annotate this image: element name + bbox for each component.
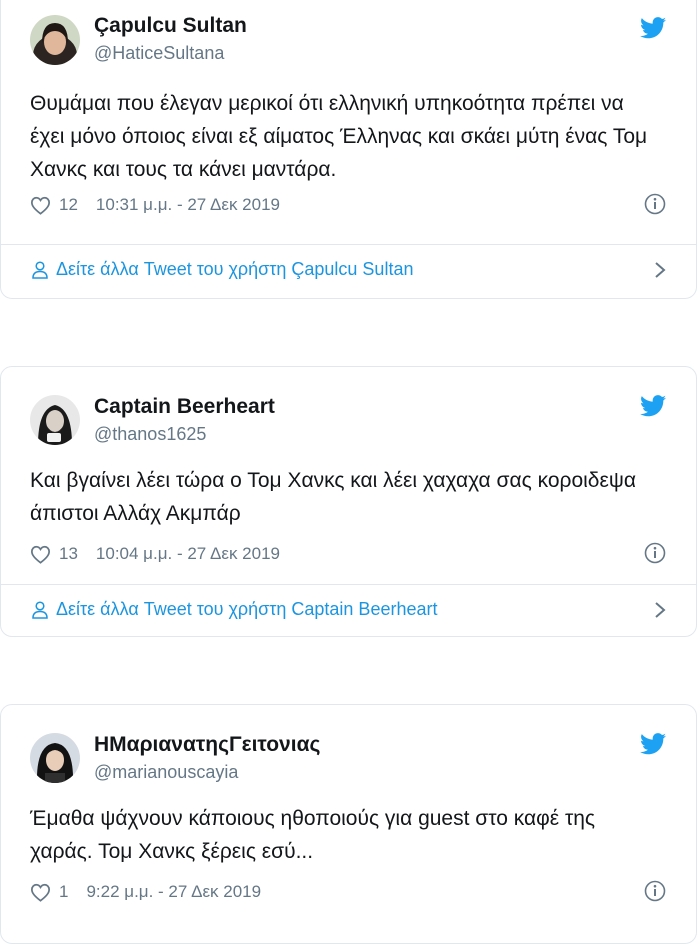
tweet-text: Και βγαίνει λέει τώρα ο Τομ Χανκς και λέ… (30, 469, 636, 525)
display-name[interactable]: Çapulcu Sultan (94, 14, 247, 38)
more-tweets-label[interactable]: Δείτε άλλα Tweet του χρήστη Captain Beer… (56, 599, 437, 620)
tweet-meta: 13 10:04 μ.μ. - 27 Δεκ 2019 (30, 544, 280, 564)
chevron-right-icon[interactable] (654, 601, 666, 619)
tweet-meta: 12 10:31 μ.μ. - 27 Δεκ 2019 (30, 195, 280, 215)
info-icon[interactable] (644, 193, 666, 215)
heart-icon[interactable] (30, 196, 51, 215)
twitter-bird-icon[interactable] (640, 395, 666, 417)
timestamp[interactable]: 9:22 μ.μ. - 27 Δεκ 2019 (86, 882, 261, 902)
like-count[interactable]: 13 (59, 544, 78, 564)
tweet-card: ΗΜαριανατηςΓειτονιας @marianouscayia Έμα… (0, 704, 697, 944)
display-name[interactable]: ΗΜαριανατηςΓειτονιας (94, 733, 320, 757)
heart-icon[interactable] (30, 545, 51, 564)
twitter-bird-icon[interactable] (640, 733, 666, 755)
tweet-meta: 1 9:22 μ.μ. - 27 Δεκ 2019 (30, 882, 261, 902)
more-tweets-link[interactable]: Δείτε άλλα Tweet του χρήστη Captain Beer… (32, 599, 666, 620)
twitter-bird-icon[interactable] (640, 17, 666, 39)
tweet-card: Çapulcu Sultan @HaticeSultana Θυμάμαι πο… (0, 0, 697, 299)
avatar[interactable] (30, 15, 80, 65)
avatar[interactable] (30, 395, 80, 445)
divider (1, 584, 696, 585)
display-name[interactable]: Captain Beerheart (94, 395, 275, 419)
info-icon[interactable] (644, 880, 666, 902)
user-handle[interactable]: @marianouscayia (94, 762, 238, 783)
more-tweets-label[interactable]: Δείτε άλλα Tweet του χρήστη Çapulcu Sult… (56, 259, 413, 280)
more-tweets-link[interactable]: Δείτε άλλα Tweet του χρήστη Çapulcu Sult… (32, 259, 666, 280)
tweet-card: Captain Beerheart @thanos1625 Και βγαίνε… (0, 366, 697, 637)
tweet-text: Έμαθα ψάχνουν κάποιους ηθοποιούς για gue… (30, 807, 596, 863)
user-icon (32, 260, 48, 279)
avatar[interactable] (30, 733, 80, 783)
user-handle[interactable]: @HaticeSultana (94, 43, 224, 64)
like-count[interactable]: 1 (59, 882, 68, 902)
chevron-right-icon[interactable] (654, 261, 666, 279)
tweet-text: Θυμάμαι που έλεγαν μερικοί ότι ελληνική … (30, 92, 648, 181)
heart-icon[interactable] (30, 883, 51, 902)
user-handle[interactable]: @thanos1625 (94, 424, 206, 445)
divider (1, 244, 696, 245)
user-icon (32, 600, 48, 619)
timestamp[interactable]: 10:04 μ.μ. - 27 Δεκ 2019 (96, 544, 280, 564)
info-icon[interactable] (644, 542, 666, 564)
timestamp[interactable]: 10:31 μ.μ. - 27 Δεκ 2019 (96, 195, 280, 215)
like-count[interactable]: 12 (59, 195, 78, 215)
